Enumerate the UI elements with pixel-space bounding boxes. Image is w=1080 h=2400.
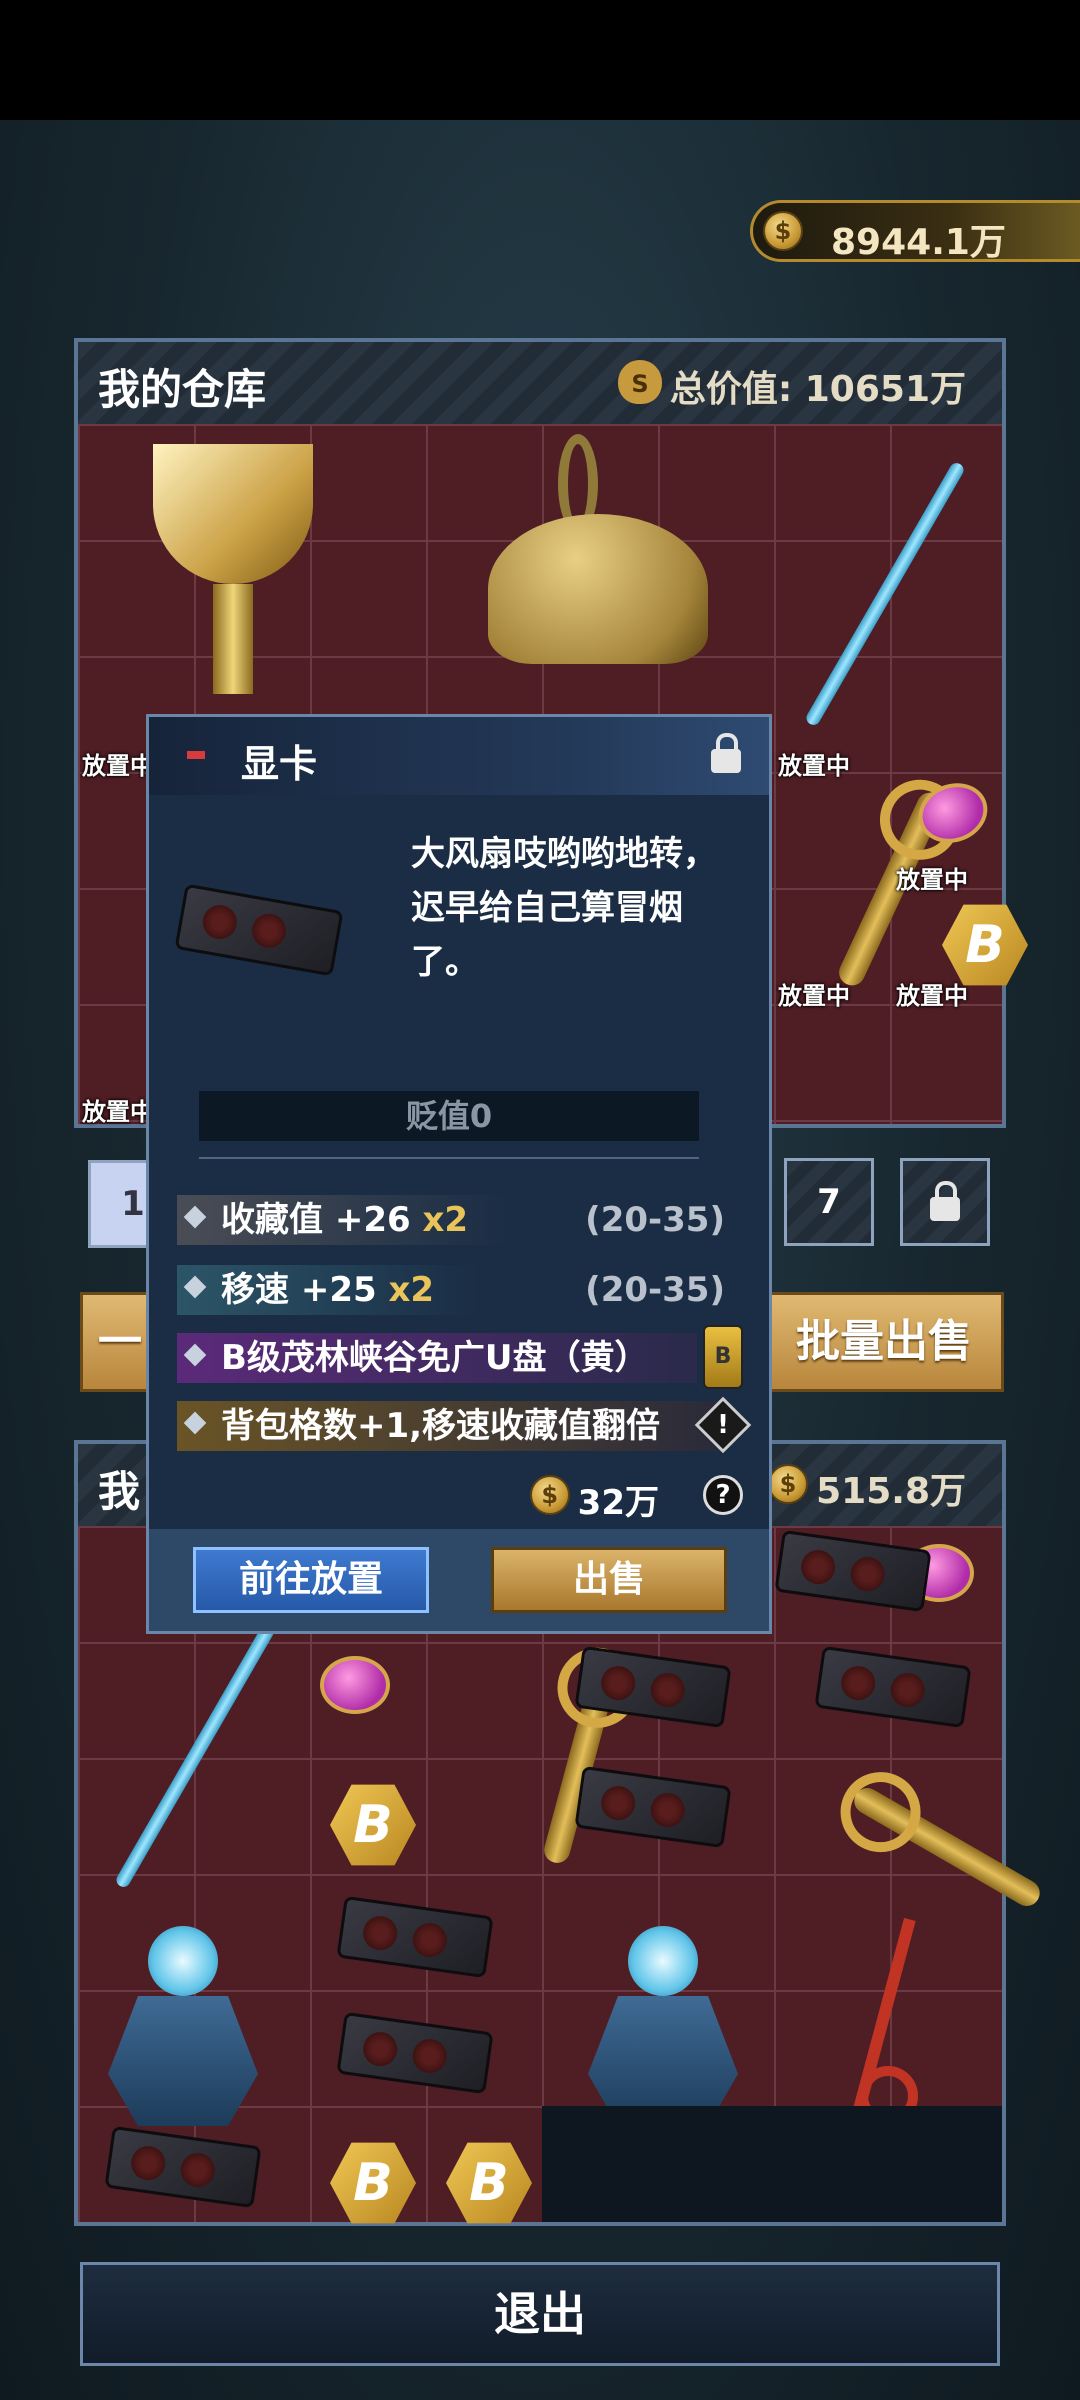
divider: [199, 1157, 699, 1159]
trophy-item[interactable]: [118, 444, 348, 694]
placing-tag: 放置中: [82, 1098, 154, 1126]
attribute-row: 收藏值 +26 x2 (20-35): [177, 1191, 747, 1249]
status-bar: [0, 0, 1080, 120]
go-place-button[interactable]: 前往放置: [193, 1547, 429, 1613]
money-bag-icon: S: [618, 360, 662, 404]
heart-gem-item[interactable]: [320, 1656, 390, 1714]
graphics-card-item[interactable]: [574, 1765, 732, 1849]
turtle-item[interactable]: [458, 434, 718, 674]
lightning-staff-item[interactable]: [113, 1622, 277, 1890]
batch-sell-button[interactable]: 批量出售: [764, 1292, 1004, 1392]
lock-button[interactable]: [900, 1158, 990, 1246]
graphics-card-item[interactable]: [774, 1529, 932, 1613]
coin-icon: $: [529, 1475, 570, 1515]
graphics-card-item[interactable]: [814, 1645, 972, 1729]
graphics-card-item[interactable]: [104, 2125, 262, 2209]
crystal-shrine-item[interactable]: [98, 1926, 268, 2126]
sell-button[interactable]: 出售: [491, 1547, 727, 1613]
warehouse-header: 我的仓库 S 总价值: 10651万: [78, 342, 1002, 427]
red-knot-charm-item[interactable]: [838, 1916, 938, 2136]
currency-value: 8944.1万: [831, 222, 1006, 263]
attribute-name: 收藏值 +26: [221, 1200, 423, 1240]
attribute-row: 背包格数+1,移速收藏值翻倍 !: [177, 1396, 752, 1455]
help-button[interactable]: ?: [703, 1475, 743, 1515]
graphics-card-item[interactable]: [336, 1895, 494, 1979]
crystal-shrine-item[interactable]: [578, 1926, 748, 2126]
attribute-row: B级茂林峡谷免广U盘（黄） B: [177, 1325, 747, 1389]
backpack-title: 我: [98, 1467, 141, 1516]
coin-icon: $: [768, 1464, 808, 1504]
lock-icon: [930, 1180, 960, 1221]
placing-tag: 放置中: [778, 982, 850, 1010]
placing-tag: 放置中: [896, 982, 968, 1010]
attribute-range: (20-35): [585, 1200, 725, 1240]
warehouse-title: 我的仓库: [98, 365, 267, 414]
attribute-multiplier: x2: [388, 1270, 435, 1310]
item-description: 大风扇吱哟哟地转，迟早给自己算冒烟了。: [411, 834, 717, 982]
attribute-multiplier: x2: [422, 1200, 469, 1240]
bitcoin-item[interactable]: B: [330, 2142, 416, 2224]
unlock-icon: [711, 733, 741, 773]
currency-display[interactable]: $ 8944.1万: [750, 200, 1080, 263]
attribute-name: 移速 +25: [221, 1270, 389, 1310]
bitcoin-item[interactable]: B: [330, 1784, 416, 1866]
attribute-name: 背包格数+1,移速收藏值翻倍: [221, 1406, 661, 1446]
popup-title: 显卡: [241, 742, 318, 786]
coin-icon: $: [763, 211, 803, 251]
exit-button[interactable]: 退出: [80, 2262, 1000, 2366]
item-detail-popup: 显卡 大风扇吱哟哟地转，迟早给自己算冒烟了。 贬值0 收藏值 +26 x2 (2…: [146, 714, 772, 1634]
unlock-button[interactable]: [711, 733, 741, 773]
backpack-total-value: 515.8万: [816, 1471, 966, 1512]
placing-tag: 放置中: [82, 752, 154, 780]
bitcoin-item[interactable]: B: [446, 2142, 532, 2224]
placing-tag: 放置中: [896, 866, 968, 894]
popup-footer: 前往放置 出售: [149, 1529, 769, 1631]
graphics-card-item[interactable]: [336, 2011, 494, 2095]
rarity-marker: [187, 751, 205, 759]
depreciation-bar: 贬值0: [199, 1091, 699, 1141]
empty-slots: [542, 2106, 1002, 2222]
usb-drive-icon: B: [703, 1325, 743, 1389]
sell-price: $ 32万: [529, 1475, 659, 1524]
sell-price-value: 32万: [577, 1483, 659, 1523]
popup-header: 显卡: [149, 717, 769, 795]
attribute-row: 移速 +25 x2 (20-35): [177, 1261, 747, 1319]
page-button-7[interactable]: 7: [784, 1158, 874, 1246]
placing-tag: 放置中: [778, 752, 850, 780]
warehouse-total-value: 总价值: 10651万: [669, 369, 966, 410]
graphics-card-icon: [174, 883, 344, 977]
lightning-staff-item[interactable]: [803, 460, 967, 728]
attribute-name: B级茂林峡谷免广U盘（黄）: [221, 1338, 649, 1378]
attribute-range: (20-35): [585, 1270, 725, 1310]
